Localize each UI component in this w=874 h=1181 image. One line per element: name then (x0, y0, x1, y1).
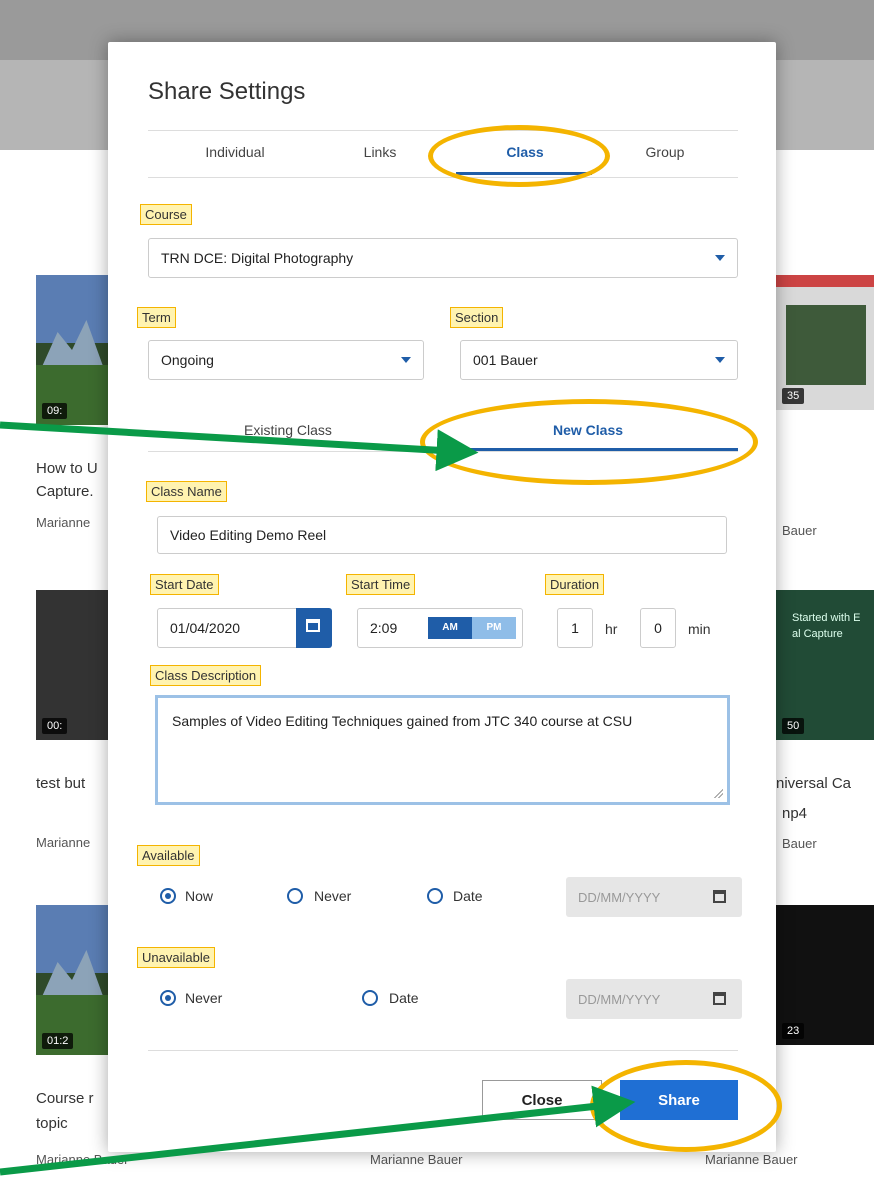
annotation-arrows (0, 421, 636, 1176)
arrow-to-new-class (0, 421, 479, 472)
arrow-to-share-button (0, 1085, 636, 1176)
